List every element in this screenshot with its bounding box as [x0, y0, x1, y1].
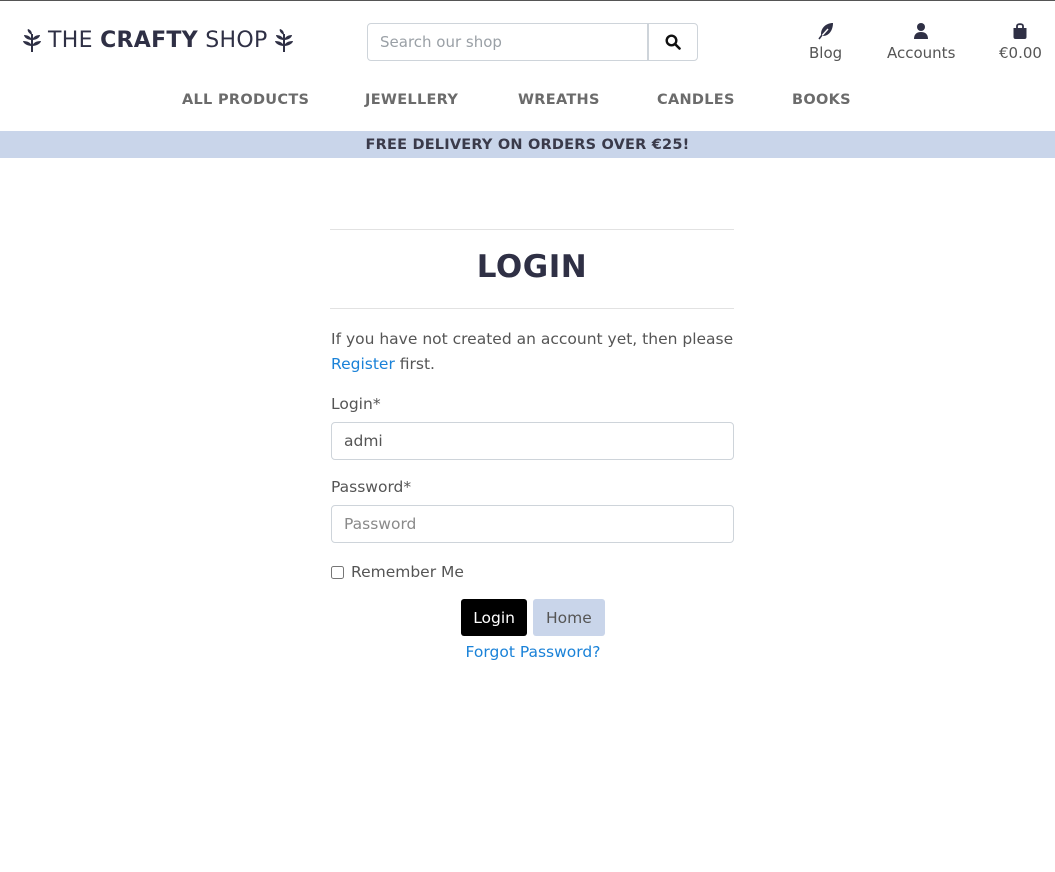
login-button[interactable]: Login — [461, 599, 528, 636]
register-intro: If you have not created an account yet, … — [330, 327, 734, 377]
main-nav: ALL PRODUCTS JEWELLERY WREATHS CANDLES B… — [0, 92, 1055, 116]
nav-wreaths[interactable]: WREATHS — [518, 92, 600, 108]
user-icon — [914, 23, 929, 39]
bag-link[interactable]: €0.00 — [999, 22, 1042, 62]
nav-all-products[interactable]: ALL PRODUCTS — [182, 92, 309, 108]
nav-jewellery[interactable]: JEWELLERY — [365, 92, 458, 108]
remember-me[interactable]: Remember Me — [330, 563, 734, 581]
forgot-password-link[interactable]: Forgot Password? — [330, 643, 734, 661]
brand-bold: CRAFTY — [100, 28, 198, 53]
login-field[interactable] — [331, 422, 734, 460]
brand-prefix: THE — [48, 28, 101, 53]
login-label: Login* — [331, 395, 381, 413]
brand-suffix: SHOP — [197, 28, 268, 53]
feather-icon — [817, 23, 833, 40]
search-button[interactable] — [648, 23, 698, 61]
password-label: Password* — [331, 478, 412, 496]
page-title: LOGIN — [476, 249, 588, 285]
leaf-icon — [23, 28, 41, 52]
nav-candles[interactable]: CANDLES — [657, 92, 735, 108]
home-button[interactable]: Home — [533, 599, 605, 636]
bag-total: €0.00 — [999, 44, 1042, 62]
form-actions: Login Home — [330, 599, 734, 636]
brand-name: THE CRAFTY SHOP — [48, 28, 268, 53]
search-icon — [665, 34, 681, 50]
blog-link[interactable]: Blog — [809, 22, 842, 62]
leaf-icon — [274, 28, 293, 52]
password-field[interactable] — [331, 505, 734, 543]
top-border — [0, 0, 1055, 1]
brand-logo[interactable]: THE CRAFTY SHOP — [22, 28, 294, 53]
accounts-label: Accounts — [887, 44, 956, 62]
intro-text-after: first. — [394, 355, 435, 373]
login-panel: LOGIN If you have not created an account… — [330, 229, 734, 661]
accounts-link[interactable]: Accounts — [887, 22, 955, 62]
register-link[interactable]: Register — [331, 355, 395, 373]
search-form — [367, 23, 698, 61]
search-input[interactable] — [367, 23, 648, 61]
delivery-banner: FREE DELIVERY ON ORDERS OVER €25! — [0, 131, 1055, 158]
divider — [330, 308, 734, 309]
remember-me-checkbox[interactable] — [331, 565, 344, 579]
shopping-bag-icon — [1013, 23, 1027, 39]
intro-text: If you have not created an account yet, … — [331, 330, 734, 348]
remember-me-label: Remember Me — [351, 563, 464, 581]
nav-books[interactable]: BOOKS — [792, 92, 851, 108]
blog-label: Blog — [809, 44, 843, 62]
